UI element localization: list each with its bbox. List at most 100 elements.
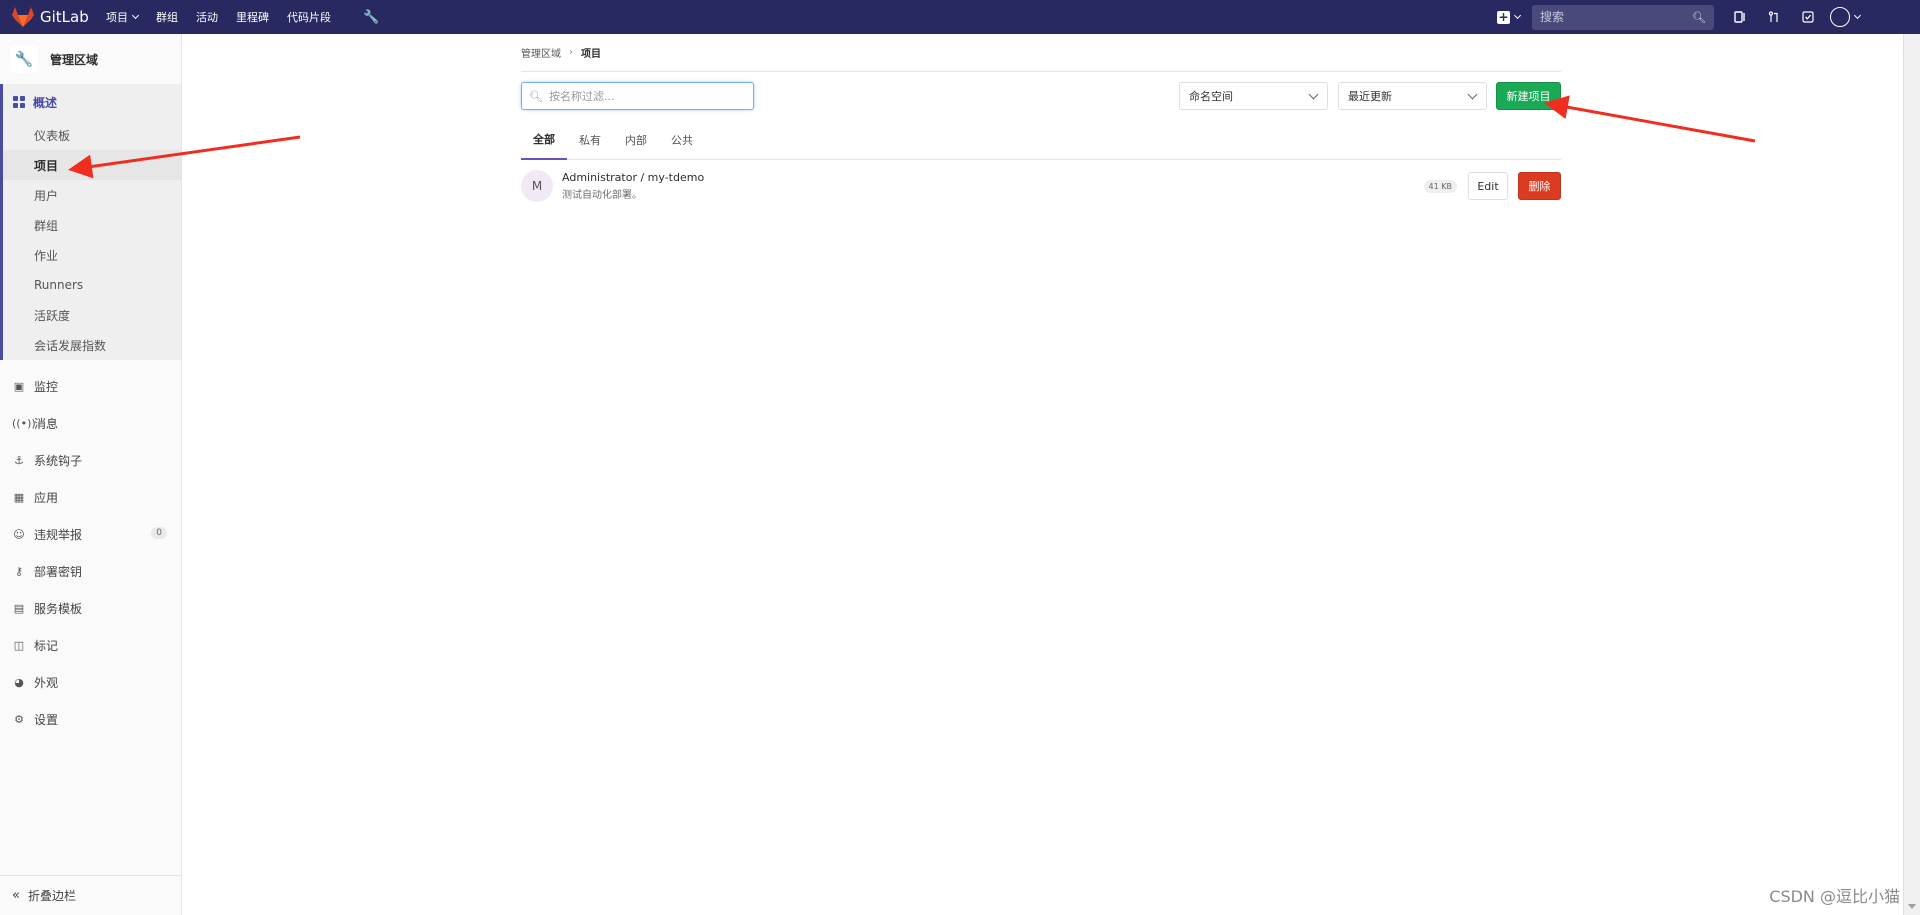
sidebar-item-messages[interactable]: ((•)) 消息 (0, 405, 181, 442)
issues-icon[interactable] (1728, 7, 1752, 27)
settings-icon: ⚙ (14, 713, 24, 726)
collapse-sidebar-button[interactable]: « 折叠边栏 (0, 875, 181, 915)
breadcrumb-current[interactable]: 项目 (581, 45, 601, 60)
sidebar-item-settings[interactable]: ⚙ 设置 (0, 701, 181, 738)
page-scrollbar[interactable] (1903, 34, 1920, 915)
new-project-button[interactable]: 新建项目 (1496, 82, 1561, 110)
gitlab-home-link[interactable]: GitLab (0, 7, 100, 27)
collapse-sidebar-label: 折叠边栏 (27, 889, 76, 903)
sidebar-item-service-templates[interactable]: ▤ 服务模板 (0, 590, 181, 627)
nav-snippets[interactable]: 代码片段 (287, 9, 331, 25)
sidebar-item-users[interactable]: 用户 (3, 180, 181, 210)
broadcast-icon: ((•)) (12, 417, 36, 430)
breadcrumb-separator-icon: › (569, 47, 573, 58)
project-avatar[interactable]: M (521, 170, 553, 202)
nav-projects-label: 项目 (106, 11, 128, 24)
filter-by-name: 🔍︎ (521, 82, 754, 110)
tab-public[interactable]: 公共 (659, 120, 705, 160)
hook-icon: ⚓ (14, 454, 24, 467)
gitlab-logo-icon (12, 7, 34, 27)
sidebar-section-overview: 概述 仪表板 项目 用户 群组 作业 Runners 活跃度 会话发展指数 (0, 84, 181, 360)
projects-filter-bar: 🔍︎ 命名空间 最近更新 新建项目 (521, 72, 1561, 120)
sidebar-item-system-hooks[interactable]: ⚓ 系统钩子 (0, 442, 181, 479)
double-chevron-left-icon: « (12, 888, 20, 903)
sort-select[interactable]: 最近更新 (1338, 82, 1487, 110)
sidebar-item-jobs[interactable]: 作业 (3, 240, 181, 270)
scroll-down-arrow-icon[interactable] (1908, 904, 1916, 909)
delete-project-button[interactable]: 删除 (1518, 172, 1561, 200)
apps-icon: ▦ (13, 491, 25, 504)
sidebar-item-labels[interactable]: ◫ 标记 (0, 627, 181, 664)
project-description: 测试自动化部署。 (562, 190, 642, 201)
appearance-icon: ◕ (14, 676, 24, 689)
chevron-down-icon (1853, 11, 1862, 20)
sidebar-item-monitoring-label: 监控 (34, 380, 59, 394)
user-menu[interactable] (1830, 7, 1862, 27)
nav-activity[interactable]: 活动 (196, 9, 218, 25)
new-menu-button[interactable]: + (1497, 9, 1522, 24)
global-search-input[interactable] (1540, 10, 1693, 24)
chevron-down-icon (1513, 11, 1522, 20)
nav-projects[interactable]: 项目 (106, 9, 140, 25)
sidebar-item-devops-score[interactable]: 会话发展指数 (3, 330, 181, 360)
project-size-badge: 41 KB (1423, 180, 1457, 193)
sidebar-item-appearance-label: 外观 (34, 676, 59, 690)
topbar-right: + 🔍︎ (1497, 0, 1920, 34)
tab-internal[interactable]: 内部 (613, 120, 659, 160)
arrow-to-new-project (1544, 95, 1756, 143)
nav-groups[interactable]: 群组 (156, 9, 178, 25)
edit-project-button[interactable]: Edit (1468, 172, 1508, 200)
namespace-select-value: 命名空间 (1189, 90, 1233, 103)
sidebar-item-projects[interactable]: 项目 (3, 150, 181, 180)
merge-requests-icon[interactable] (1762, 7, 1786, 27)
plus-icon: + (1497, 9, 1510, 24)
sidebar-item-monitoring[interactable]: ▣ 监控 (0, 368, 181, 405)
sidebar-context-title: 管理区域 (50, 52, 99, 67)
chevron-down-icon (1467, 89, 1478, 100)
namespace-select[interactable]: 命名空间 (1179, 82, 1328, 110)
admin-wrench-icon[interactable]: 🔧 (363, 10, 379, 25)
global-search: 🔍︎ (1532, 4, 1714, 30)
sidebar-item-applications[interactable]: ▦ 应用 (0, 479, 181, 516)
sidebar-item-appearance[interactable]: ◕ 外观 (0, 664, 181, 701)
project-info: Administrator / my-tdemo 测试自动化部署。 (562, 171, 704, 201)
avatar (1830, 7, 1850, 27)
abuse-reports-count-badge: 0 (151, 527, 167, 539)
report-icon: ☺ (13, 528, 25, 541)
search-icon: 🔍︎ (529, 89, 543, 103)
sidebar-item-service-templates-label: 服务模板 (34, 602, 83, 616)
sidebar-context-header[interactable]: 🔧 管理区域 (0, 34, 181, 84)
sidebar-item-deploy-keys[interactable]: ⚷ 部署密钥 (0, 553, 181, 590)
tab-all[interactable]: 全部 (521, 120, 567, 160)
sidebar-item-overview-label: 概述 (33, 95, 58, 110)
sidebar-item-runners[interactable]: Runners (3, 270, 181, 300)
visibility-tabs: 全部 私有 内部 公共 (521, 120, 1561, 160)
admin-sidebar: 🔧 管理区域 概述 仪表板 项目 用户 群组 作业 Runners 活跃度 会话… (0, 34, 182, 915)
sidebar-item-dashboard[interactable]: 仪表板 (3, 120, 181, 150)
breadcrumb-admin-area[interactable]: 管理区域 (521, 45, 561, 60)
main-content: 管理区域 › 项目 🔍︎ 命名空间 最近更新 新建项目 全部 私有 内部 公共 … (521, 34, 1561, 212)
key-icon: ⚷ (14, 565, 24, 578)
top-nav: 项目 群组 活动 里程碑 代码片段 🔧 (106, 9, 379, 25)
project-name-link[interactable]: Administrator / my-tdemo (562, 171, 704, 184)
sidebar-item-abuse-reports[interactable]: ☺ 违规举报 0 (0, 516, 181, 553)
sidebar-item-settings-label: 设置 (34, 713, 59, 727)
overview-icon (13, 96, 25, 108)
wrench-icon: 🔧 (10, 45, 38, 73)
sidebar-item-overview[interactable]: 概述 (3, 84, 181, 120)
filter-by-name-input[interactable] (548, 89, 749, 103)
nav-milestones[interactable]: 里程碑 (236, 9, 269, 25)
monitor-icon: ▣ (13, 380, 25, 393)
sidebar-item-groups[interactable]: 群组 (3, 210, 181, 240)
tab-private[interactable]: 私有 (567, 120, 613, 160)
todos-icon[interactable] (1796, 7, 1820, 27)
sort-select-value: 最近更新 (1348, 90, 1392, 103)
template-icon: ▤ (13, 602, 25, 615)
top-navbar: GitLab 项目 群组 活动 里程碑 代码片段 🔧 + 🔍︎ (0, 0, 1920, 34)
sidebar-item-applications-label: 应用 (34, 491, 59, 505)
label-icon: ◫ (13, 639, 25, 652)
sidebar-item-activity[interactable]: 活跃度 (3, 300, 181, 330)
chevron-down-icon (1308, 89, 1319, 100)
chevron-down-icon (131, 11, 140, 20)
sidebar-item-abuse-reports-label: 违规举报 (34, 528, 83, 542)
